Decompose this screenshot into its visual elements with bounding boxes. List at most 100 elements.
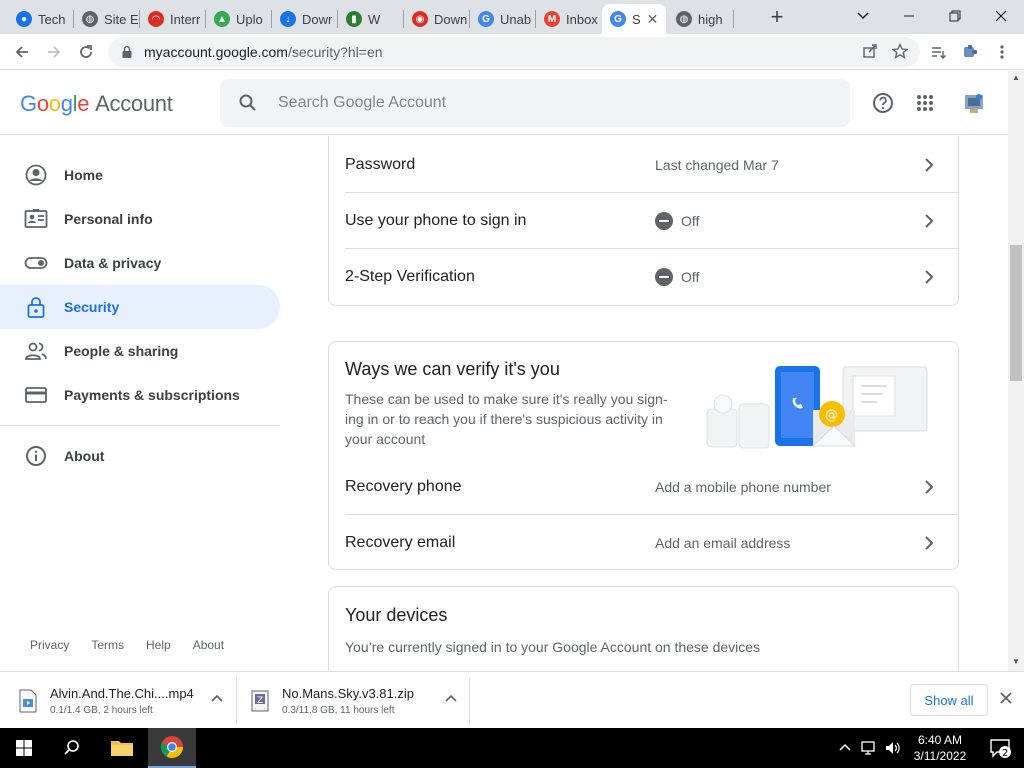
tab-6[interactable]: ◉ Down — [404, 4, 468, 34]
security-main-content: * * * PasswordLast changed Mar 7Use your… — [328, 136, 959, 671]
sidebar-item-home[interactable]: Home — [0, 153, 280, 197]
download-status: 0.3/11.8 GB, 11 hours left — [282, 705, 395, 716]
sidebar-item-about[interactable]: About — [0, 434, 280, 478]
lock-icon — [122, 45, 132, 58]
page-scrollbar[interactable]: ▲ ▼ — [1008, 71, 1024, 671]
clock-time: 6:40 AM — [917, 733, 963, 747]
info-icon — [24, 444, 48, 468]
tab-search-button[interactable] — [840, 0, 886, 32]
tab-title: Interr — [170, 11, 201, 27]
setting-label: Password — [345, 155, 416, 173]
download-filename: No.Mans.Sky.v3.81.zip — [282, 686, 414, 701]
sidebar-item-personal-info[interactable]: Personal info — [0, 197, 280, 241]
setting-row-password[interactable]: Password Last changed Mar 7 — [345, 137, 958, 193]
show-hidden-icons-icon[interactable] — [838, 741, 852, 755]
windows-logo-icon — [16, 740, 32, 756]
chrome-icon — [160, 736, 183, 758]
volume-icon[interactable] — [884, 740, 902, 756]
scrollbar-thumb[interactable] — [1010, 245, 1022, 381]
show-all-downloads-button[interactable]: Show all — [910, 684, 988, 716]
google-account-logo[interactable]: Google Account — [20, 91, 173, 117]
scroll-up-arrow-icon[interactable]: ▲ — [1012, 73, 1020, 82]
sidebar-item-data-privacy[interactable]: Data & privacy — [0, 241, 280, 285]
tab-0[interactable]: ● Tech — [8, 4, 72, 34]
wifi-icon: ◠ — [148, 11, 164, 27]
setting-row-use-your-phone-to-sign-in[interactable]: Use your phone to sign in Off — [345, 193, 958, 249]
download-item-video[interactable]: Alvin.And.The.Chi....mp4 0.1/1.4 GB, 2 h… — [18, 678, 234, 724]
forward-button[interactable] — [40, 38, 68, 66]
footer-help-link[interactable]: Help — [146, 638, 171, 652]
google-icon: G — [610, 11, 626, 27]
minimize-icon — [904, 15, 914, 17]
setting-row-recovery-email[interactable]: Recovery email Add an email address — [345, 515, 958, 571]
scroll-down-arrow-icon[interactable]: ▼ — [1012, 657, 1020, 666]
download-shelf: Alvin.And.The.Chi....mp4 0.1/1.4 GB, 2 h… — [0, 671, 1024, 728]
search-input[interactable] — [278, 94, 798, 112]
file-explorer-button[interactable] — [98, 728, 146, 768]
arrow-left-icon — [15, 46, 28, 58]
tab-8[interactable]: M Inbox — [536, 4, 600, 34]
back-button[interactable] — [8, 38, 36, 66]
download-icon: ↓ — [280, 11, 296, 27]
setting-label: Recovery email — [345, 534, 456, 551]
taskbar-search-button[interactable] — [48, 728, 96, 768]
footer-privacy-link[interactable]: Privacy — [30, 638, 69, 652]
download-item-zip[interactable]: Z No.Mans.Sky.v3.81.zip 0.3/11.8 GB, 11 … — [250, 678, 468, 724]
minimize-button[interactable] — [886, 0, 932, 32]
google-apps-button[interactable] — [911, 89, 939, 117]
upload-icon: ▲ — [214, 11, 230, 27]
sidebar-item-label: Payments & subscriptions — [64, 387, 240, 403]
browser-menu-button[interactable] — [988, 38, 1016, 66]
chevron-right-icon — [925, 158, 934, 172]
chrome-taskbar-button[interactable] — [148, 728, 196, 768]
taskbar-clock[interactable]: 6:40 AM 3/11/2022 — [904, 732, 976, 764]
globe-icon: ◍ — [82, 11, 98, 27]
address-bar[interactable]: myaccount.google.com/security?hl=en — [108, 37, 920, 67]
tab-1[interactable]: ◍ Site E — [74, 4, 138, 34]
tab-5[interactable]: ▮ W — [338, 4, 402, 34]
sidebar-item-payments-subscriptions[interactable]: Payments & subscriptions — [0, 373, 280, 417]
tab-title: Unab — [500, 11, 532, 27]
account-avatar[interactable] — [960, 89, 988, 117]
verify-card-description: These can be used to make sure it's real… — [345, 391, 668, 447]
clock-date: 3/11/2022 — [913, 749, 967, 763]
footer-about-link[interactable]: About — [193, 638, 224, 652]
tab-7[interactable]: G Unab — [470, 4, 534, 34]
tab-9[interactable]: G S ✕ — [602, 4, 666, 34]
restore-button[interactable] — [932, 0, 978, 32]
footer-terms-link[interactable]: Terms — [91, 638, 124, 652]
setting-row-2-step-verification[interactable]: 2-Step Verification Off — [345, 249, 958, 305]
tab-3[interactable]: ▲ Uplo — [206, 4, 270, 34]
close-tab-icon[interactable]: ✕ — [647, 11, 659, 28]
tab-title: Site E — [104, 11, 138, 27]
close-window-button[interactable] — [978, 0, 1024, 32]
reload-icon — [80, 45, 92, 58]
tab-10[interactable]: ◍ high — [668, 4, 732, 34]
network-icon[interactable] — [860, 740, 878, 756]
sidebar-item-security[interactable]: Security — [0, 285, 280, 329]
share-icon[interactable] — [862, 43, 878, 59]
devices-card-title: Your devices — [345, 605, 448, 625]
url-host: myaccount.google.com — [144, 44, 288, 60]
reading-list-button[interactable] — [924, 38, 952, 66]
close-icon[interactable] — [998, 690, 1014, 706]
restore-icon — [949, 10, 961, 22]
sidebar-item-people-sharing[interactable]: People & sharing — [0, 329, 280, 373]
start-button[interactable] — [0, 728, 48, 768]
account-search-box[interactable] — [220, 79, 850, 127]
reload-button[interactable] — [72, 38, 100, 66]
chevron-down-icon — [857, 12, 869, 20]
extensions-button[interactable] — [956, 38, 984, 66]
action-center-button[interactable]: 2 — [976, 728, 1024, 768]
verify-card-title: Ways we can verify it's you — [345, 359, 560, 379]
help-button[interactable] — [869, 89, 897, 117]
tab-title: S — [632, 11, 641, 27]
new-tab-button[interactable]: + — [764, 5, 790, 31]
bookmark-star-icon[interactable] — [892, 43, 908, 59]
chevron-up-icon[interactable] — [210, 692, 224, 706]
devices-card: Your devices You’re currently signed in … — [328, 586, 959, 671]
setting-row-recovery-phone[interactable]: Recovery phone Add a mobile phone number — [345, 459, 958, 515]
tab-4[interactable]: ↓ Dowr — [272, 4, 336, 34]
chevron-up-icon[interactable] — [444, 692, 458, 706]
tab-2[interactable]: ◠ Interr — [140, 4, 204, 34]
